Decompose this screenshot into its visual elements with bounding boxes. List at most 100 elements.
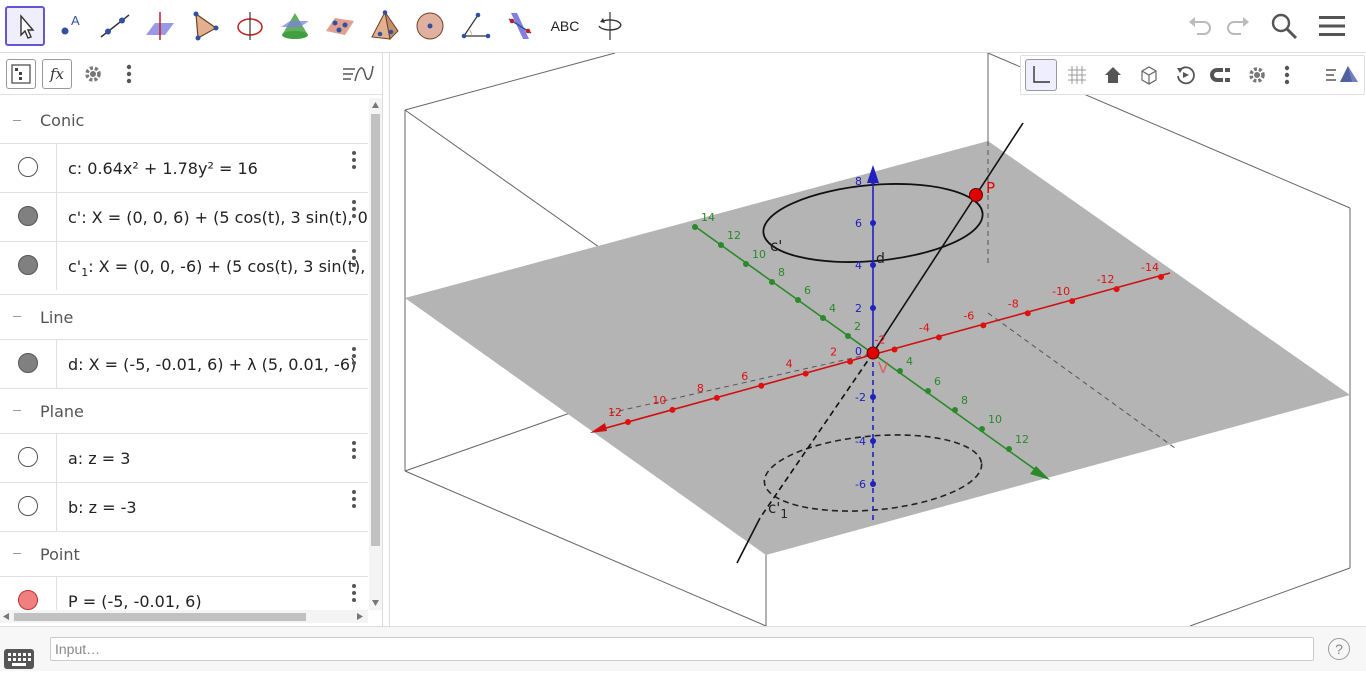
category-line[interactable]: Line xyxy=(0,294,368,339)
point-v[interactable] xyxy=(866,346,880,360)
category-conic[interactable]: Conic xyxy=(0,98,368,143)
collapse-icon[interactable] xyxy=(10,547,24,561)
y-tick-label: 2 xyxy=(854,320,861,333)
algebra-expression[interactable]: a: z = 3 xyxy=(68,449,130,468)
visibility-toggle[interactable] xyxy=(18,496,38,516)
grid-icon[interactable] xyxy=(1061,59,1093,91)
intersect-surfaces-tool-icon[interactable] xyxy=(275,6,315,46)
category-plane[interactable]: Plane xyxy=(0,388,368,433)
algebra-expression[interactable]: b: z = -3 xyxy=(68,498,137,517)
redo-icon[interactable] xyxy=(1218,6,1258,46)
algebra-item-c-prime-1[interactable]: c'1: X = (0, 0, -6) + (5 cos(t), 3 sin(t… xyxy=(0,241,368,290)
x-tick-mark xyxy=(669,406,676,413)
gear-icon[interactable] xyxy=(78,59,108,89)
algebra-expression[interactable]: d: X = (-5, -0.01, 6) + λ (5, 0.01, -6) xyxy=(68,355,356,374)
fx-icon[interactable]: fx xyxy=(42,59,72,89)
visibility-toggle[interactable] xyxy=(18,255,38,275)
view-cube-icon[interactable] xyxy=(1133,59,1165,91)
perpendicular-line-tool-icon[interactable] xyxy=(140,6,180,46)
scroll-right-icon[interactable] xyxy=(357,613,363,620)
plane-surface[interactable] xyxy=(405,141,1350,555)
more-vert-icon[interactable] xyxy=(349,199,359,221)
more-vert-icon[interactable] xyxy=(1277,59,1297,91)
rotate-view-tool-icon[interactable] xyxy=(590,6,630,46)
projection-icon[interactable] xyxy=(1205,59,1237,91)
scrollbar-thumb[interactable] xyxy=(14,613,306,621)
algebra-view-icon[interactable] xyxy=(6,59,36,89)
algebra-item-b[interactable]: b: z = -3 xyxy=(0,482,368,531)
polygon-tool-icon[interactable] xyxy=(185,6,225,46)
rotate-icon[interactable] xyxy=(1169,59,1201,91)
algebra-item-c[interactable]: c: 0.64x² + 1.78y² = 16 xyxy=(0,143,368,192)
input-field[interactable]: Input… xyxy=(50,637,1314,661)
algebra-expression[interactable]: P = (-5, -0.01, 6) xyxy=(68,592,202,610)
y-tick-label: 10 xyxy=(988,413,1002,426)
algebra-item-p[interactable]: P = (-5, -0.01, 6) xyxy=(0,576,368,610)
x-tick-mark xyxy=(980,322,987,329)
more-vert-icon[interactable] xyxy=(114,59,144,89)
algebra-item-a[interactable]: a: z = 3 xyxy=(0,433,368,482)
svg-text:A: A xyxy=(71,13,80,28)
circle-axis-tool-icon[interactable] xyxy=(230,6,270,46)
home-icon[interactable] xyxy=(1097,59,1129,91)
scene-3d[interactable]: 12108642-2-4-6-8-10-12-14 14121086424681… xyxy=(390,53,1366,626)
text-tool-label: ABC xyxy=(550,18,580,34)
sphere-tool-icon[interactable] xyxy=(410,6,450,46)
algebra-expression[interactable]: c'1: X = (0, 0, -6) + (5 cos(t), 3 sin(t… xyxy=(68,257,368,279)
graphics-3d-view[interactable]: 12 10 8 6 4 2 -2 -4 -6 -8 -10 -12 -14 14 12 10 8 6 4 2 4 6 8 1… xyxy=(390,53,1366,626)
gear-icon[interactable] xyxy=(1241,59,1273,91)
more-vert-icon[interactable] xyxy=(349,248,359,270)
z-tick-label: -2 xyxy=(855,391,866,404)
line-tool-icon[interactable] xyxy=(95,6,135,46)
visibility-toggle[interactable] xyxy=(18,206,38,226)
keyboard-icon[interactable] xyxy=(4,649,34,669)
visibility-toggle[interactable] xyxy=(18,447,38,467)
x-tick-label: -8 xyxy=(1008,297,1019,310)
algebra-expression[interactable]: c': X = (0, 0, 6) + (5 cos(t), 3 sin(t),… xyxy=(68,208,368,227)
visibility-toggle[interactable] xyxy=(18,353,38,373)
x-tick-mark xyxy=(1069,298,1076,305)
menu-icon[interactable] xyxy=(1312,6,1352,46)
algebra-expression[interactable]: c: 0.64x² + 1.78y² = 16 xyxy=(68,159,258,178)
horizontal-scrollbar[interactable] xyxy=(0,610,368,623)
y-tick-mark xyxy=(845,333,851,339)
x-tick-mark xyxy=(713,394,720,401)
more-vert-icon[interactable] xyxy=(349,346,359,368)
angle-tool-icon[interactable] xyxy=(455,6,495,46)
y-tick-label: 12 xyxy=(727,229,741,242)
point-tool-icon[interactable]: A xyxy=(50,6,90,46)
more-vert-icon[interactable] xyxy=(349,440,359,462)
algebra-item-d[interactable]: d: X = (-5, -0.01, 6) + λ (5, 0.01, -6) xyxy=(0,339,368,388)
reflect-plane-tool-icon[interactable] xyxy=(500,6,540,46)
x-tick-label: -10 xyxy=(1052,285,1070,298)
algebra-item-c-prime[interactable]: c': X = (0, 0, 6) + (5 cos(t), 3 sin(t),… xyxy=(0,192,368,241)
plane-tool-icon[interactable] xyxy=(320,6,360,46)
axes-icon[interactable] xyxy=(1025,59,1057,91)
z-tick-mark xyxy=(870,305,876,311)
scrollbar-thumb[interactable] xyxy=(371,114,380,546)
text-tool-icon[interactable]: ABC xyxy=(545,6,585,46)
view-divider[interactable] xyxy=(382,53,390,626)
visibility-toggle[interactable] xyxy=(18,157,38,177)
undo-icon[interactable] xyxy=(1180,6,1220,46)
search-icon[interactable] xyxy=(1264,6,1304,46)
x-tick-mark xyxy=(802,370,809,377)
collapse-icon[interactable] xyxy=(10,404,24,418)
sort-icon[interactable] xyxy=(340,59,376,89)
visibility-toggle[interactable] xyxy=(18,590,38,610)
vertical-scrollbar[interactable] xyxy=(369,98,382,610)
view3d-toggle-icon[interactable] xyxy=(1323,59,1361,91)
move-tool-icon[interactable] xyxy=(5,6,45,46)
point-p[interactable] xyxy=(969,188,983,202)
more-vert-icon[interactable] xyxy=(349,489,359,511)
collapse-icon[interactable] xyxy=(10,114,24,128)
category-point[interactable]: Point xyxy=(0,531,368,576)
help-icon[interactable]: ? xyxy=(1328,638,1350,660)
pyramid-tool-icon[interactable] xyxy=(365,6,405,46)
scroll-left-icon[interactable] xyxy=(3,613,9,620)
more-vert-icon[interactable] xyxy=(349,150,359,172)
more-vert-icon[interactable] xyxy=(349,583,359,605)
scroll-up-icon[interactable] xyxy=(372,102,379,108)
scroll-down-icon[interactable] xyxy=(372,600,379,606)
collapse-icon[interactable] xyxy=(10,310,24,324)
